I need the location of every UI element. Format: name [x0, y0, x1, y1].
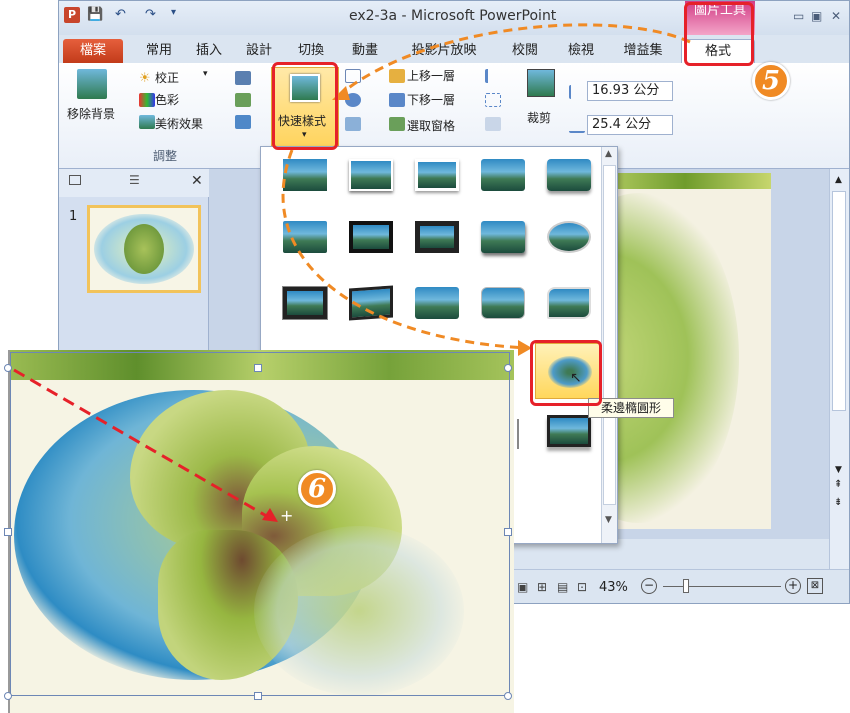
step-5-badge: 5 — [752, 62, 790, 100]
soft-edge-oval-highlight — [530, 340, 602, 406]
arrow-format-to-quickstyles — [337, 23, 691, 98]
format-tab-highlight — [684, 2, 754, 66]
annotation-arrows — [13, 23, 691, 522]
step-6-badge: 6 — [298, 470, 336, 508]
arrow-quickstyles-to-oval — [281, 149, 529, 350]
quick-styles-highlight — [272, 62, 338, 150]
arrow-drag-picture — [13, 368, 271, 520]
